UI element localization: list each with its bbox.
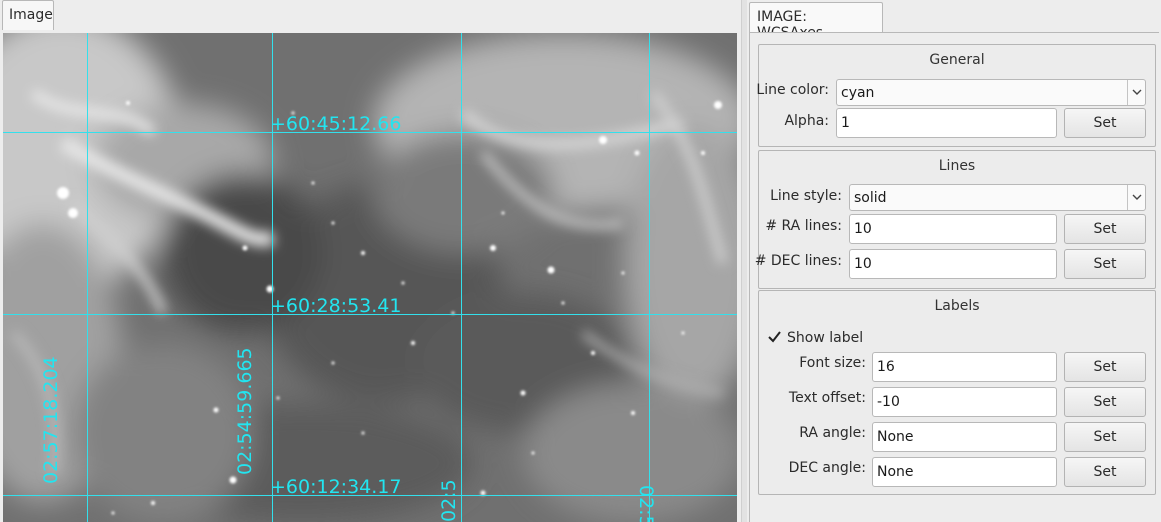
plugin-pane: IMAGE: WCSAxes General Line color: cyan … bbox=[747, 0, 1161, 522]
dec-label-mid: +60:28:53.41 bbox=[270, 295, 402, 317]
ra-label-center: 02:54:59.665 bbox=[234, 347, 256, 475]
ra-label-far-right: 02:5 bbox=[635, 485, 657, 522]
dec-label-top: +60:45:12.66 bbox=[270, 113, 402, 135]
checkmark-icon bbox=[768, 330, 781, 343]
wcsaxes-panel: General Line color: cyan Alpha: 1 Set Li… bbox=[749, 32, 1159, 522]
ra-grid-line bbox=[649, 33, 650, 522]
nebula-image bbox=[3, 33, 737, 522]
dec-angle-input[interactable]: None bbox=[872, 457, 1057, 487]
font-size-set-button[interactable]: Set bbox=[1064, 352, 1146, 382]
image-canvas[interactable]: +60:45:12.66 +60:28:53.41 +60:12:34.17 0… bbox=[3, 33, 737, 522]
alpha-label: Alpha: bbox=[784, 113, 829, 129]
line-color-label: Line color: bbox=[756, 82, 829, 98]
line-style-value: solid bbox=[854, 190, 887, 206]
chevron-down-icon[interactable] bbox=[1127, 185, 1145, 210]
ra-grid-line bbox=[461, 33, 462, 522]
line-color-value: cyan bbox=[841, 85, 875, 101]
dec-lines-label: # DEC lines: bbox=[754, 253, 842, 269]
tab-wcsaxes[interactable]: IMAGE: WCSAxes bbox=[749, 2, 883, 41]
general-frame: General Line color: cyan Alpha: 1 Set bbox=[756, 44, 1156, 147]
ra-lines-input[interactable]: 10 bbox=[849, 214, 1057, 244]
line-style-label: Line style: bbox=[770, 188, 842, 204]
lines-title: Lines bbox=[938, 158, 976, 174]
tab-image[interactable]: Image bbox=[2, 0, 54, 30]
ra-grid-line bbox=[272, 33, 273, 522]
ra-angle-input[interactable]: None bbox=[872, 422, 1057, 452]
dec-angle-label: DEC angle: bbox=[788, 460, 866, 476]
text-offset-set-button[interactable]: Set bbox=[1064, 387, 1146, 417]
ra-lines-set-button[interactable]: Set bbox=[1064, 214, 1146, 244]
lines-frame: Lines Line style: solid # RA lines: 10 S… bbox=[754, 150, 1156, 289]
ra-angle-set-button[interactable]: Set bbox=[1064, 422, 1146, 452]
ra-angle-label: RA angle: bbox=[799, 425, 866, 441]
tab-image-label: Image bbox=[9, 7, 53, 23]
alpha-set-button[interactable]: Set bbox=[1064, 108, 1146, 138]
labels-title: Labels bbox=[934, 298, 980, 314]
show-label-checkbox[interactable] bbox=[768, 330, 781, 343]
text-offset-label: Text offset: bbox=[788, 390, 866, 406]
line-style-combo[interactable]: solid bbox=[849, 184, 1146, 211]
text-offset-input[interactable]: -10 bbox=[872, 387, 1057, 417]
general-title: General bbox=[929, 52, 985, 68]
dec-label-bottom: +60:12:34.17 bbox=[270, 476, 402, 498]
chevron-down-icon[interactable] bbox=[1127, 80, 1145, 105]
font-size-input[interactable]: 16 bbox=[872, 352, 1057, 382]
font-size-label: Font size: bbox=[799, 355, 866, 371]
line-color-combo[interactable]: cyan bbox=[836, 79, 1146, 106]
ra-lines-label: # RA lines: bbox=[765, 218, 842, 234]
ra-label-left: 02:57:18.204 bbox=[40, 356, 62, 484]
labels-frame: Labels Show label Font size: 16 Set Text… bbox=[758, 290, 1156, 495]
ra-grid-line bbox=[87, 33, 88, 522]
image-pane: Image +60:45:12.66 +60:28:53.41 +60:12:3… bbox=[0, 0, 741, 522]
dec-angle-set-button[interactable]: Set bbox=[1064, 457, 1146, 487]
ra-label-right: 02:5 bbox=[438, 479, 460, 522]
show-label-label[interactable]: Show label bbox=[787, 330, 863, 346]
alpha-input[interactable]: 1 bbox=[836, 108, 1057, 138]
dec-lines-set-button[interactable]: Set bbox=[1064, 249, 1146, 279]
dec-lines-input[interactable]: 10 bbox=[849, 249, 1057, 279]
